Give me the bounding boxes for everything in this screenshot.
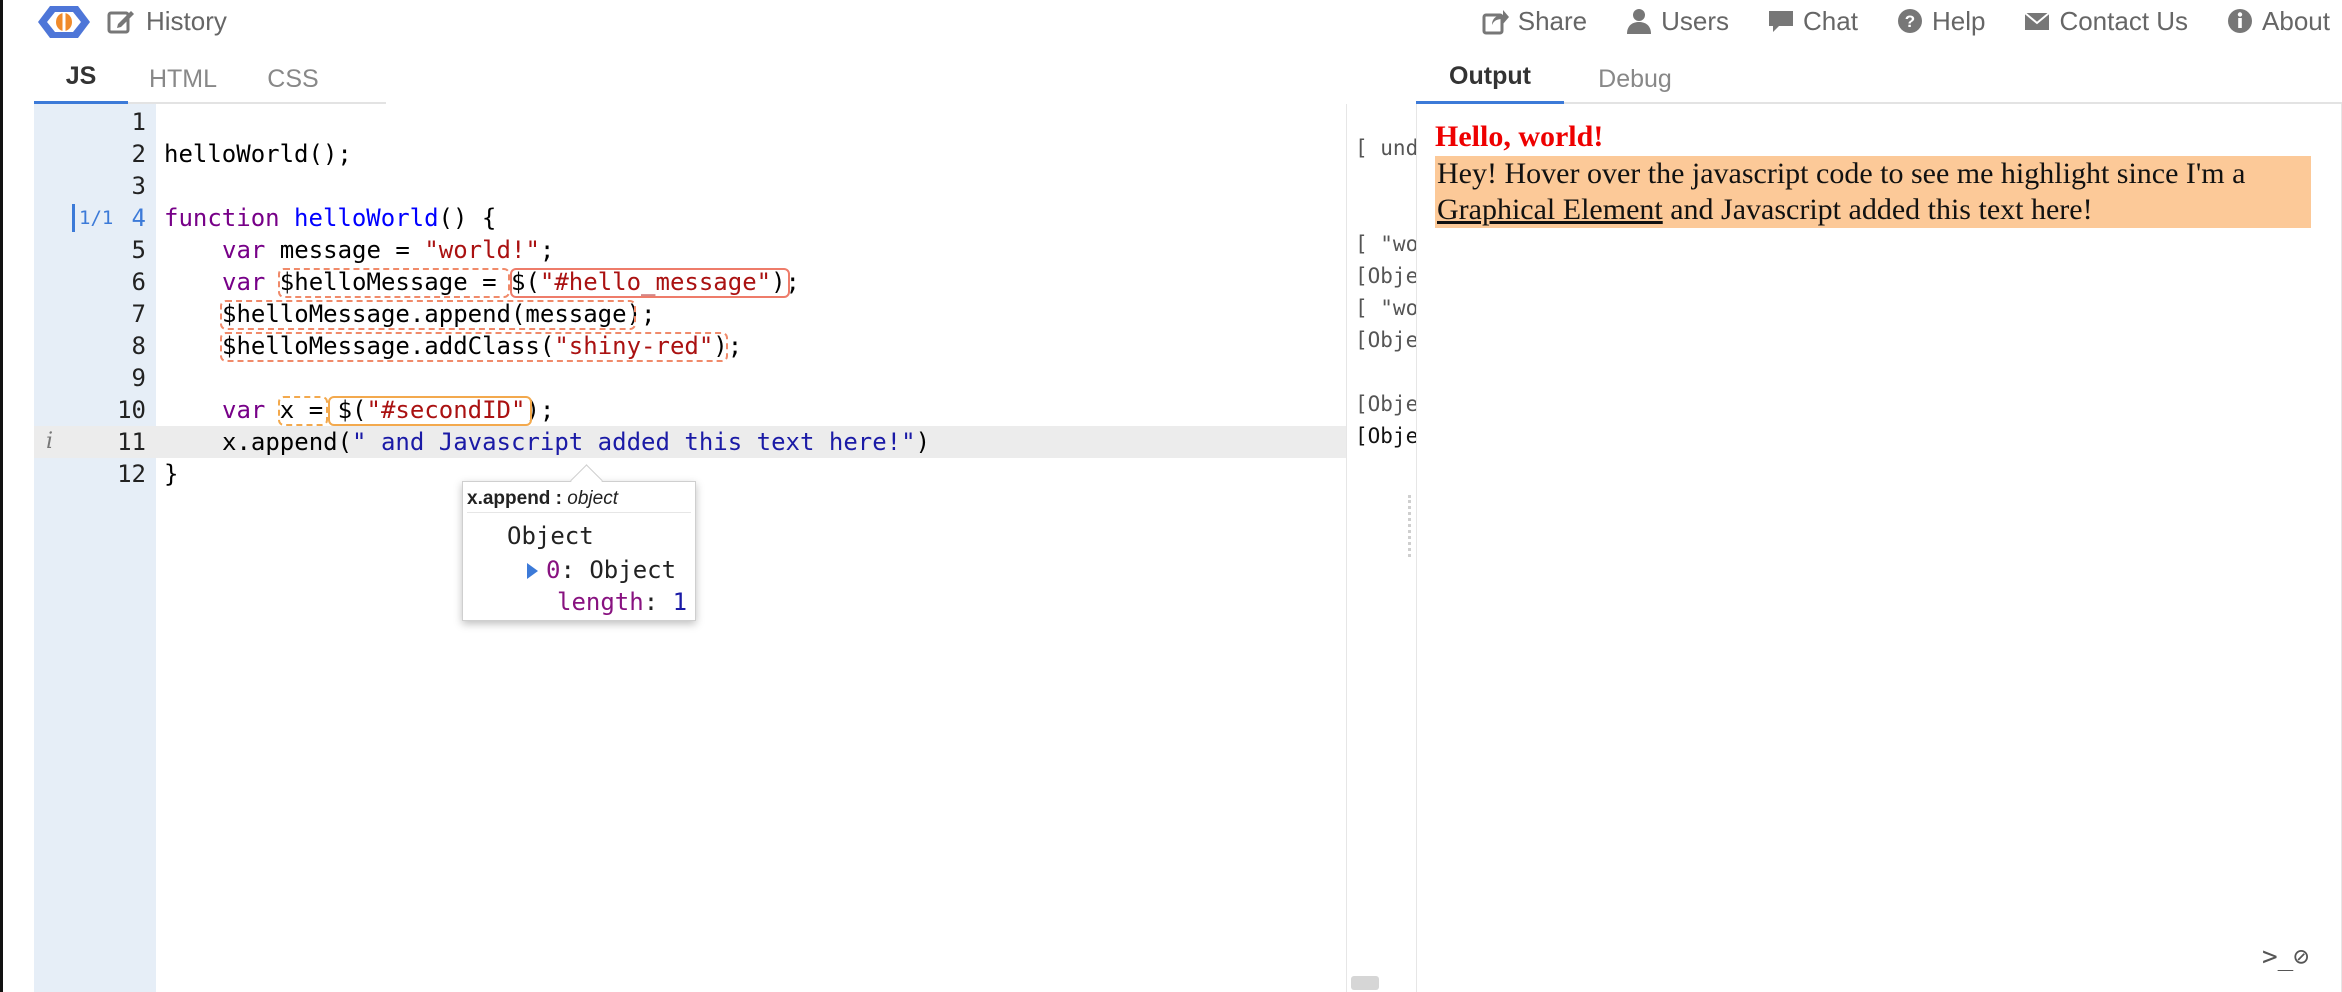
value-cell[interactable]: [ "wor xyxy=(1355,296,1416,320)
output-pane: Hello, world! Hey! Hover over the javasc… xyxy=(1416,104,2342,992)
about-label: About xyxy=(2262,5,2330,36)
graphical-element-link[interactable]: Graphical Element xyxy=(1437,193,1663,226)
code-text: } xyxy=(164,460,179,488)
code-text: function helloWorld() { xyxy=(164,204,497,232)
app-logo-icon[interactable] xyxy=(36,4,92,40)
history-label: History xyxy=(146,5,227,36)
code-line[interactable]: 7 $helloMessage.append(message); xyxy=(34,298,1346,330)
value-cell[interactable]: [ "wor xyxy=(1355,232,1416,256)
line-number: 5 xyxy=(131,236,146,264)
tab-css[interactable]: CSS xyxy=(238,56,348,104)
svg-text:?: ? xyxy=(1905,12,1915,31)
tab-debug[interactable]: Debug xyxy=(1564,56,1706,104)
code-text: var $helloMessage = $("#hello_message"); xyxy=(222,268,800,296)
line-number: 9 xyxy=(131,364,146,392)
code-line[interactable]: 9 xyxy=(34,362,1346,394)
value-cell[interactable]: [Objec xyxy=(1355,424,1416,448)
line-number: 8 xyxy=(131,332,146,360)
second-id-element: Hey! Hover over the javascript code to s… xyxy=(1435,156,2311,228)
info-icon xyxy=(2228,9,2253,33)
value-cell[interactable]: [Objec xyxy=(1355,328,1416,352)
tooltip-root: Object xyxy=(507,522,594,550)
code-text: var x = $("#secondID"); xyxy=(222,396,555,424)
contact-us-button[interactable]: Contact Us xyxy=(2023,6,2188,37)
contact-us-label: Contact Us xyxy=(2059,5,2189,36)
line-number: 3 xyxy=(131,172,146,200)
line-number: 2 xyxy=(131,140,146,168)
value-tooltip: x.append : object Object 0: Object lengt… xyxy=(462,481,696,621)
value-cell[interactable]: [Objec xyxy=(1355,392,1416,416)
code-text: x.append(" and Javascript added this tex… xyxy=(222,428,931,456)
code-line[interactable]: 5 var message = "world!"; xyxy=(34,234,1346,266)
line-number: 1 xyxy=(131,108,146,136)
edit-icon xyxy=(107,11,134,34)
code-text: $helloMessage.append(message); xyxy=(222,300,656,328)
share-icon xyxy=(1482,10,1509,35)
console-clear-icon[interactable]: >_⊘ xyxy=(2262,942,2309,972)
tooltip-title: x.append : object xyxy=(467,488,691,513)
editor-tabs: JS HTML CSS xyxy=(34,56,386,104)
pane-resize-handle[interactable] xyxy=(1408,495,1412,557)
chat-button[interactable]: Chat xyxy=(1767,6,1858,37)
code-line[interactable]: 3 xyxy=(34,170,1346,202)
top-bar: History Share Users Chat ? Help Contact … xyxy=(0,0,2342,42)
line-number: 6 xyxy=(131,268,146,296)
code-line[interactable]: 8 $helloMessage.addClass("shiny-red"); xyxy=(34,330,1346,362)
tooltip-row-length: length: 1 xyxy=(557,588,688,616)
hello-message: Hello, world! xyxy=(1435,120,1604,153)
share-label: Share xyxy=(1517,5,1588,36)
top-nav: Share Users Chat ? Help Contact Us About xyxy=(1482,4,2330,38)
code-line[interactable]: 10 var x = $("#secondID"); xyxy=(34,394,1346,426)
users-label: Users xyxy=(1661,5,1730,36)
code-line[interactable]: 2 helloWorld(); xyxy=(34,138,1346,170)
tab-html[interactable]: HTML xyxy=(128,56,238,104)
help-button[interactable]: ? Help xyxy=(1896,6,1985,37)
chat-label: Chat xyxy=(1803,5,1858,36)
about-button[interactable]: About xyxy=(2226,6,2330,37)
tab-js[interactable]: JS xyxy=(34,56,128,104)
code-line-active[interactable]: i 11 x.append(" and Javascript added thi… xyxy=(34,426,1346,458)
code-line[interactable]: 6 var $helloMessage = $("#hello_message"… xyxy=(34,266,1346,298)
line-number: 10 xyxy=(117,396,146,424)
line-number: 4 xyxy=(131,204,146,232)
expand-triangle-icon[interactable] xyxy=(527,563,538,579)
code-line[interactable]: 1/1 4 function helloWorld() { xyxy=(34,202,1346,234)
values-column: [ unde [ "wor [Objec [ "wor [Objec [Obje… xyxy=(1346,104,1416,992)
tooltip-row-0[interactable]: 0: Object xyxy=(527,554,676,586)
line-number: 11 xyxy=(117,428,146,456)
mail-icon xyxy=(2024,12,2051,30)
output-tabs: Output Debug xyxy=(1416,56,2342,104)
value-cell[interactable]: [ unde xyxy=(1355,136,1416,160)
line-number: 7 xyxy=(131,300,146,328)
tab-output[interactable]: Output xyxy=(1416,56,1564,104)
horizontal-scrollbar[interactable] xyxy=(1351,976,1379,990)
user-icon xyxy=(1627,9,1652,34)
window-edge xyxy=(0,0,3,992)
line-number: 12 xyxy=(117,460,146,488)
value-cell[interactable]: [Objec xyxy=(1355,264,1416,288)
help-icon: ? xyxy=(1897,9,1922,33)
history-button[interactable]: History xyxy=(106,5,227,37)
share-button[interactable]: Share xyxy=(1482,6,1587,37)
chat-icon xyxy=(1769,11,1794,32)
code-text: $helloMessage.addClass("shiny-red"); xyxy=(222,332,743,360)
help-label: Help xyxy=(1931,5,1986,36)
code-text: helloWorld(); xyxy=(164,140,352,168)
code-text: var message = "world!"; xyxy=(222,236,555,264)
code-line[interactable]: 1 xyxy=(34,106,1346,138)
users-button[interactable]: Users xyxy=(1625,6,1729,37)
